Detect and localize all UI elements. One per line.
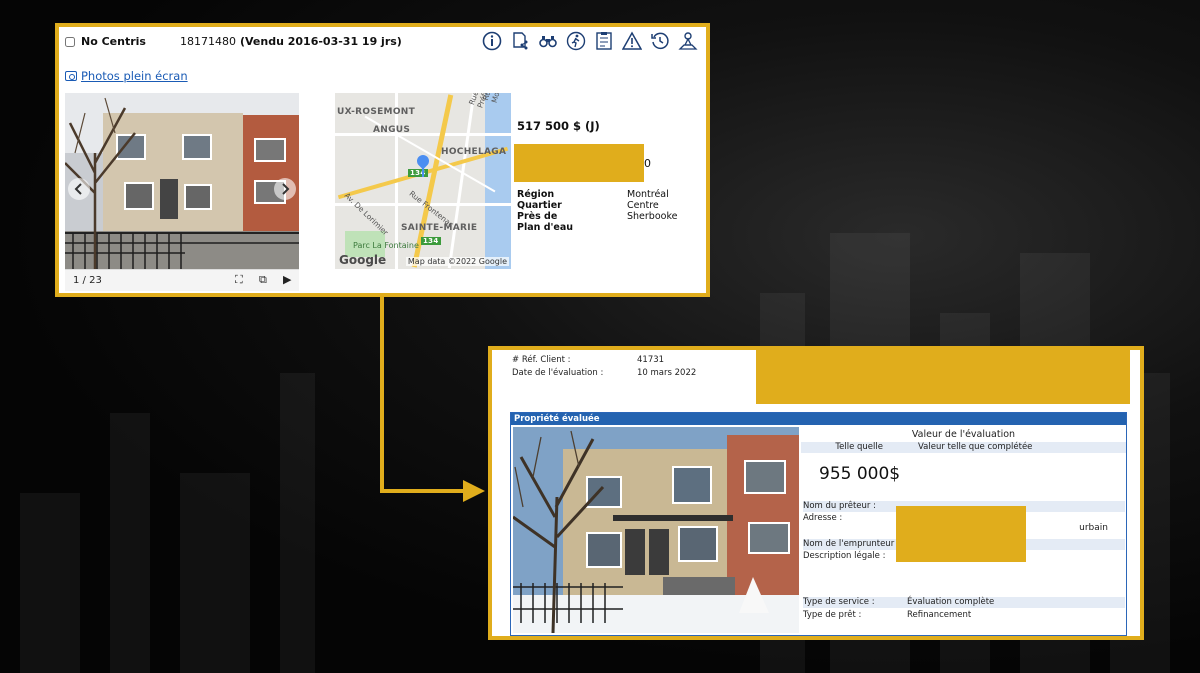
history-clock-icon[interactable] — [650, 31, 670, 51]
google-logo: Google — [339, 253, 387, 267]
info-row: Région Montréal — [517, 189, 669, 200]
address-tail: urbain — [1079, 523, 1108, 533]
evaluation-panel: # Réf. Client : 41731 Date de l'évaluatio… — [488, 346, 1144, 640]
info-row: Près de Sherbooke — [517, 211, 678, 222]
col-as-is: Telle quelle — [835, 442, 883, 452]
binoculars-icon[interactable] — [538, 31, 558, 51]
map-label-sainte-marie: SAINTE-MARIE — [401, 223, 478, 233]
eval-date-label: Date de l'évaluation : — [512, 368, 604, 378]
warning-icon[interactable] — [622, 31, 642, 51]
connector-line — [380, 297, 384, 493]
client-ref-value: 41731 — [637, 355, 665, 365]
camera-icon — [65, 71, 77, 81]
listing-panel: No Centris 18171480 (Vendu 2016-03-31 19… — [55, 23, 710, 297]
map-river — [485, 93, 511, 269]
valuation-amount: 955 000$ — [819, 464, 901, 484]
info-icon[interactable] — [482, 31, 502, 51]
fullscreen-photos-link[interactable]: Photos plein écran — [65, 69, 188, 83]
connector-line — [380, 489, 466, 493]
route-shield-134: 134 — [408, 169, 428, 177]
no-centris-label: No Centris — [81, 35, 146, 48]
valuation-columns: Telle quelle Valeur telle que complétée — [801, 442, 1126, 453]
map-label-angus: ANGUS — [373, 125, 411, 135]
eval-date-value: 10 mars 2022 — [637, 368, 697, 378]
col-completed: Valeur telle que complétée — [918, 442, 1033, 452]
section-title: Propriété évaluée — [511, 413, 1126, 425]
arrow-right-icon — [463, 480, 485, 502]
evaluated-property-section: Propriété évaluée Valeur de l'évaluation… — [510, 412, 1127, 636]
listing-header: No Centris 18171480 (Vendu 2016-03-31 19… — [65, 35, 402, 48]
redaction-block — [896, 506, 1026, 562]
map-attribution: Map data ©2022 Google — [405, 257, 509, 266]
evaluation-meta: # Réf. Client : 41731 Date de l'évaluatio… — [512, 354, 696, 380]
service-type-row: Type de service : Évaluation complète — [803, 597, 1125, 608]
valuation-title: Valeur de l'évaluation — [911, 429, 1016, 440]
checklist-icon[interactable] — [594, 31, 614, 51]
play-icon[interactable]: ▶ — [283, 273, 291, 286]
expand-icon[interactable]: ⛶ — [235, 273, 243, 287]
listing-info-table: Région Montréal Quartier Centre Près de She… — [517, 189, 677, 233]
price-tail: 0 — [644, 157, 651, 170]
listing-toolbar — [482, 31, 698, 51]
route-shield-134-b: 134 — [421, 237, 441, 245]
listing-price: 517 500 $ (J) — [517, 119, 600, 133]
map-park-label: Parc La Fontaine — [353, 241, 419, 250]
map-label-rosemont: UX-ROSEMONT — [337, 107, 416, 117]
redaction-block — [756, 350, 1130, 404]
mls-number: 18171480 — [179, 35, 236, 48]
info-row: Quartier Centre — [517, 200, 659, 211]
walking-person-icon[interactable] — [566, 31, 586, 51]
valuation-area: Valeur de l'évaluation Telle quelle Vale… — [801, 427, 1126, 633]
photo-counter: 1 / 23 — [73, 275, 102, 286]
info-row: Plan d'eau — [517, 222, 574, 233]
no-centris-checkbox[interactable] — [65, 36, 75, 47]
gallery-icon[interactable]: ⧉ — [259, 273, 267, 287]
fullscreen-photos-label: Photos plein écran — [81, 69, 188, 83]
map-label-hochelaga: HOCHELAGA — [441, 147, 507, 157]
redaction-block — [514, 144, 644, 182]
loan-type-row: Type de prêt : Refinancement — [803, 610, 972, 620]
sold-status: (Vendu 2016-03-31 19 jrs) — [239, 35, 402, 48]
photo-controls: 1 / 23 ⛶ ⧉ ▶ — [65, 269, 299, 291]
evaluated-property-photo — [513, 427, 799, 633]
document-share-icon[interactable] — [510, 31, 530, 51]
location-map[interactable]: UX-ROSEMONT ANGUS HOCHELAGA SAINTE-MARIE… — [335, 93, 511, 269]
map-person-icon[interactable] — [678, 31, 698, 51]
client-ref-label: # Réf. Client : — [512, 355, 571, 365]
listing-photo[interactable] — [65, 93, 299, 269]
